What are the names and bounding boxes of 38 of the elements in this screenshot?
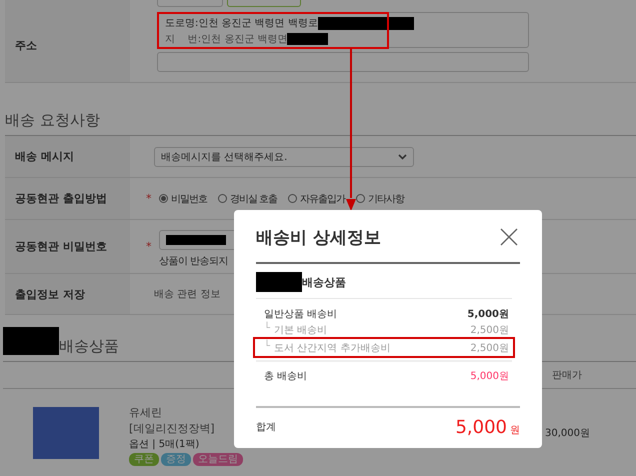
required-mark: * [146, 192, 152, 205]
field-label: 배송 메시지 [15, 149, 74, 164]
sum-label: 합계 [256, 421, 276, 434]
tag: 증정 [161, 453, 191, 466]
tag: 쿠폰 [129, 453, 159, 466]
brand-name: 유세린 [129, 405, 162, 420]
section-heading: 배송상품 [59, 337, 119, 355]
fee-amount: 5,000원 [467, 308, 509, 320]
field-label: 공동현관 비밀번호 [15, 239, 107, 254]
field-label: 주소 [15, 38, 37, 52]
address-text: :인천 옹진군 백령면 [198, 33, 288, 46]
group-title: 배송상품 [302, 274, 346, 290]
required-mark: * [146, 240, 152, 253]
info-text: 배송 관련 정보 [154, 288, 220, 301]
address-text: :인천 옹진군 백령면 백령로 [195, 17, 318, 30]
field-label: 공동현관 출입방법 [15, 191, 107, 206]
total-amount: 5,000원 [470, 370, 509, 383]
option-text: 옵션 | 5매(1팩) [129, 438, 200, 452]
indent-mark: └ [264, 340, 270, 354]
fee-label: 일반상품 배송비 [264, 308, 338, 320]
fee-label: 도서 산간지역 추가배송비 [274, 342, 390, 354]
hint-text: 상품이 반송되지 [159, 255, 230, 268]
total-label: 총 배송비 [264, 370, 308, 383]
product-name: [데일리진정장벽] [129, 421, 215, 436]
fee-amount: 2,500원 [470, 342, 509, 354]
price-text: 30,000원 [545, 427, 590, 441]
address-type-label: 지 번 [165, 33, 198, 46]
tag: 오늘드림 [193, 453, 243, 466]
fee-amount: 2,500원 [470, 324, 509, 336]
dialog-title: 배송비 상세정보 [256, 226, 381, 248]
address-type-label: 도로명 [165, 17, 195, 30]
currency-unit: 원 [510, 424, 520, 436]
column-header: 판매가 [552, 369, 583, 382]
fee-label: 기본 배송비 [274, 324, 328, 336]
section-heading: 배송 요청사항 [5, 111, 101, 131]
field-label: 출입정보 저장 [15, 286, 85, 302]
indent-mark: └ [264, 322, 270, 336]
sum-amount: 5,000 [455, 416, 507, 438]
